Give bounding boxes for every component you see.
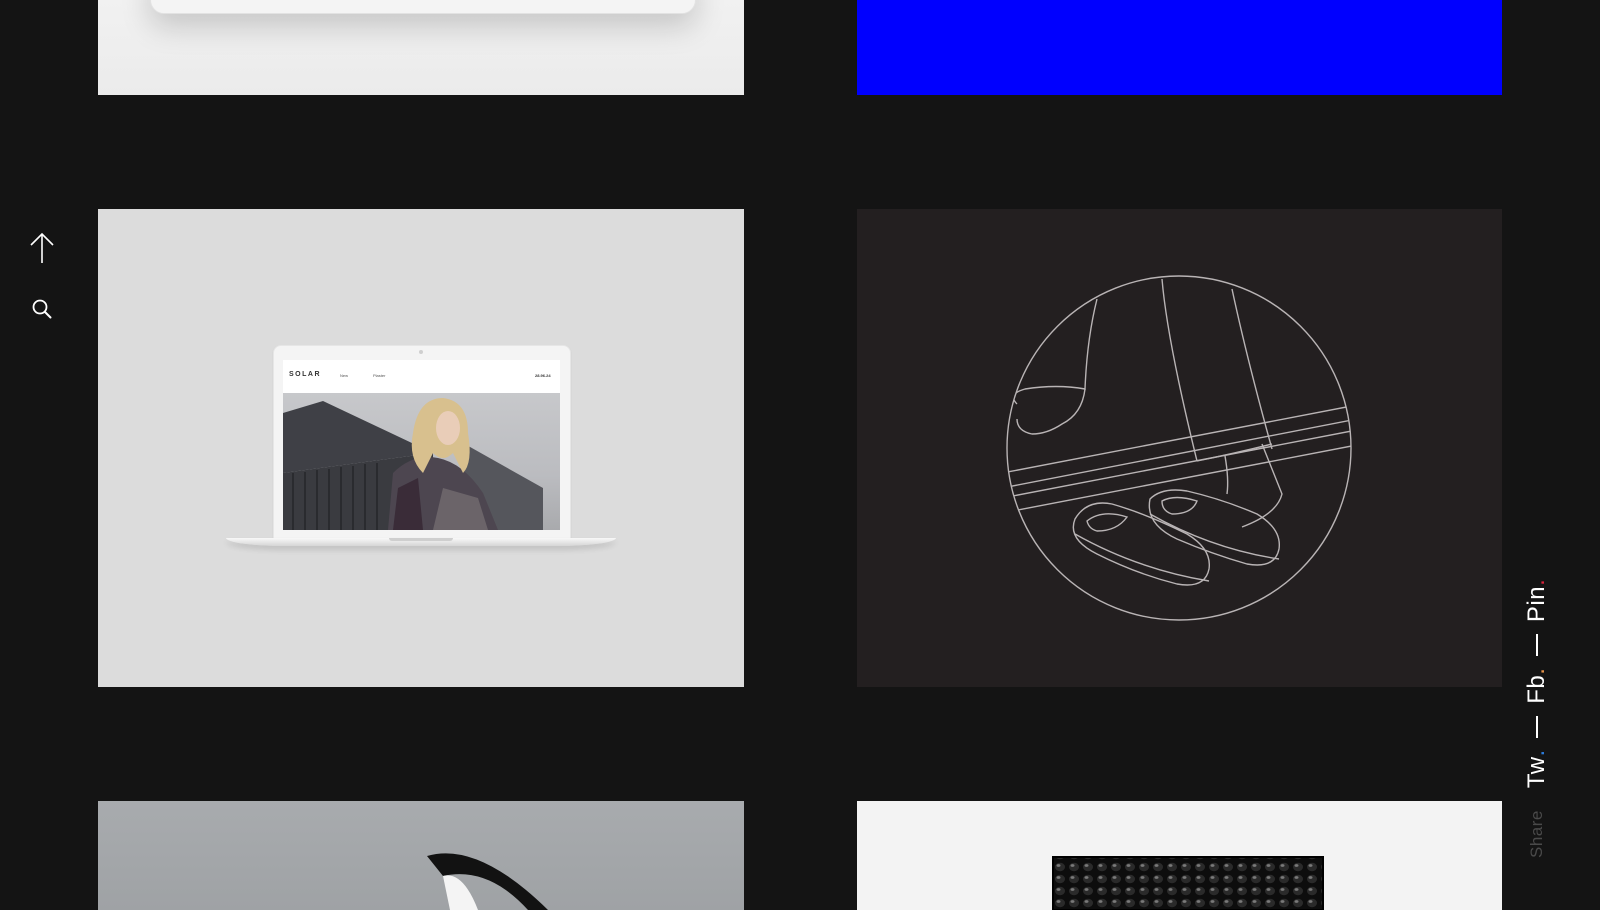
share-facebook-link[interactable]: Fb. bbox=[1523, 668, 1551, 704]
site-brand: SOLAR bbox=[289, 371, 321, 378]
site-nav-item: 28.96.24 bbox=[535, 373, 551, 378]
share-link-label: Pin bbox=[1523, 585, 1550, 623]
project-tile-5[interactable] bbox=[98, 801, 744, 910]
laptop-camera bbox=[419, 350, 423, 354]
arrow-up-icon bbox=[30, 232, 54, 263]
share-rail: Share Tw. Fb. Pin. bbox=[1520, 578, 1554, 858]
laptop-screen: SOLAR New Plaster 28.96.24 bbox=[283, 360, 560, 530]
site-nav-item: Plaster bbox=[373, 373, 386, 378]
project-tile-illustration[interactable] bbox=[857, 209, 1502, 687]
search-icon bbox=[32, 299, 52, 319]
share-pinterest-link[interactable]: Pin. bbox=[1523, 579, 1551, 622]
bubble-wrap-object bbox=[1052, 856, 1324, 910]
hero-photo bbox=[283, 398, 543, 530]
share-link-label: Tw bbox=[1523, 756, 1550, 789]
laptop-lid: SOLAR New Plaster 28.96.24 bbox=[273, 345, 571, 539]
shoe-line-illustration bbox=[1006, 275, 1352, 621]
site-hero-image bbox=[283, 393, 560, 530]
project-tile-laptop[interactable]: SOLAR New Plaster 28.96.24 bbox=[98, 209, 744, 687]
search-button[interactable] bbox=[28, 295, 56, 323]
share-link-label: Fb bbox=[1523, 674, 1550, 704]
share-twitter-link[interactable]: Tw. bbox=[1523, 750, 1551, 788]
project-tile-2[interactable] bbox=[857, 0, 1502, 95]
card-mockup bbox=[150, 0, 696, 14]
laptop-mockup: SOLAR New Plaster 28.96.24 bbox=[226, 345, 616, 560]
abstract-shape bbox=[427, 853, 548, 910]
site-nav-item: New bbox=[340, 373, 349, 378]
share-label: Share bbox=[1527, 810, 1546, 858]
share-dot: . bbox=[1523, 579, 1550, 586]
share-divider bbox=[1536, 715, 1538, 738]
share-divider bbox=[1536, 634, 1538, 657]
share-dot: . bbox=[1523, 668, 1550, 675]
scroll-top-button[interactable] bbox=[28, 232, 56, 263]
share-dot: . bbox=[1523, 749, 1550, 757]
site-header: SOLAR New Plaster 28.96.24 bbox=[283, 360, 560, 392]
project-tile-6[interactable] bbox=[857, 801, 1502, 910]
laptop-notch bbox=[389, 538, 453, 541]
project-tile-1[interactable] bbox=[98, 0, 744, 95]
portfolio-page: SOLAR New Plaster 28.96.24 Share Tw. Fb.… bbox=[0, 0, 1600, 910]
